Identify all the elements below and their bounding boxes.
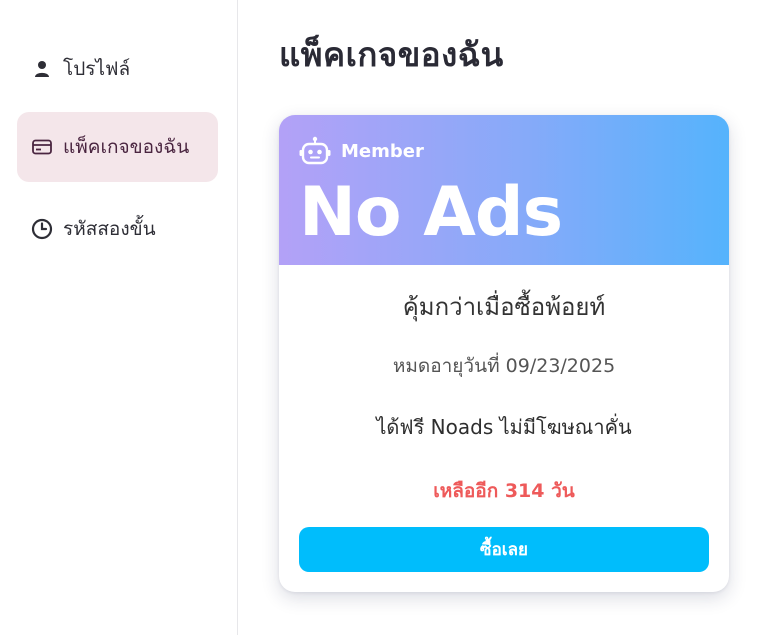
package-benefit: ได้ฟรี Noads ไม่มีโฆษณาคั่น <box>376 415 632 439</box>
package-card: Member No Ads คุ้มกว่าเมื่อซื้อพ้อยท์ หม… <box>279 115 729 592</box>
expiry-date: หมดอายุวันที่ 09/23/2025 <box>392 355 616 377</box>
sidebar-item-my-package[interactable]: แพ็คเกจของฉัน <box>17 112 218 182</box>
sidebar-item-two-factor[interactable]: รหัสสองขั้น <box>17 194 218 264</box>
package-card-header: Member No Ads <box>279 115 729 265</box>
user-icon <box>31 58 53 80</box>
credit-card-icon <box>31 136 53 158</box>
sidebar-item-label: โปรไฟล์ <box>63 58 131 80</box>
package-tagline: คุ้มกว่าเมื่อซื้อพ้อยท์ <box>402 293 606 321</box>
robot-icon <box>299 136 331 166</box>
app-layout: โปรไฟล์ แพ็คเกจของฉัน รหัสสองขั้น แพ็คเก… <box>0 0 774 635</box>
sidebar-item-label: รหัสสองขั้น <box>63 218 156 240</box>
sidebar-item-label: แพ็คเกจของฉัน <box>63 136 190 158</box>
sidebar: โปรไฟล์ แพ็คเกจของฉัน รหัสสองขั้น <box>0 0 238 635</box>
buy-now-button[interactable]: ซื้อเลย <box>299 527 709 572</box>
clock-icon <box>31 218 53 240</box>
sidebar-item-profile[interactable]: โปรไฟล์ <box>17 34 218 104</box>
page-title: แพ็คเกจของฉัน <box>279 35 504 74</box>
member-label: Member <box>341 140 424 162</box>
member-badge: Member <box>299 136 424 166</box>
plan-name: No Ads <box>299 173 563 252</box>
days-remaining: เหลืออีก 314 วัน <box>433 480 575 502</box>
